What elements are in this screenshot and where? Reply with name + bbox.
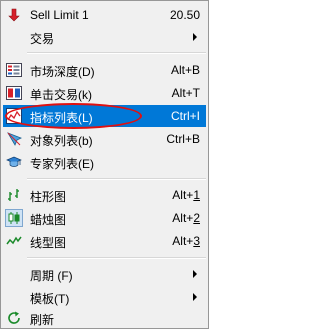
menu-item-period[interactable]: 周期 (F) [3,263,206,285]
submenu-arrow-icon [193,270,197,278]
menu-item-value: 20.50 [169,8,200,22]
line-chart-icon [6,233,22,249]
menu-item-indicators-list[interactable]: 指标列表(L) Ctrl+I [3,105,206,127]
menu-item-label: 柱形图 [30,190,67,204]
menu-item-label: 周期 (F) [30,269,73,283]
menu-item-objects-list[interactable]: 对象列表(b) Ctrl+B [3,128,206,150]
menu-separator [27,257,206,259]
menu-item-one-click-trading[interactable]: 单击交易(k) Alt+T [3,82,206,104]
menu-item-trade[interactable]: 交易 [3,26,206,48]
menu-item-label: 对象列表(b) [30,134,93,148]
menu-separator [27,52,206,54]
menu-item-label: 蜡烛图 [30,213,67,227]
menu-item-label: 单击交易(k) [30,88,92,102]
menu-item-shortcut: Alt+1 [172,188,200,202]
submenu-arrow-icon [193,33,197,41]
menu-item-shortcut: Ctrl+I [170,109,200,123]
menu-item-label: Sell Limit 1 [30,8,89,22]
menu-item-market-depth[interactable]: 市场深度(D) Alt+B [3,59,206,81]
expert-advisors-icon [6,154,22,170]
menu-item-line-chart[interactable]: 线型图 Alt+3 [3,230,206,252]
indicators-list-icon [6,108,22,124]
submenu-arrow-icon [193,293,197,301]
objects-list-icon [6,131,22,147]
menu-item-shortcut: Ctrl+B [166,132,200,146]
menu-item-label: 模板(T) [30,292,70,306]
menu-item-label: 线型图 [30,236,67,250]
menu-item-shortcut: Alt+3 [172,234,200,248]
red-down-arrow-icon [6,7,22,23]
menu-item-label: 交易 [30,32,55,46]
menu-item-bar-chart[interactable]: 柱形图 Alt+1 [3,184,206,206]
menu-item-label: 刷新 [30,313,55,327]
menu-item-experts-list[interactable]: 专家列表(E) [3,151,206,173]
menu-item-label: 指标列表(L) [30,111,93,125]
menu-item-template[interactable]: 模板(T) [3,286,206,308]
menu-item-candlestick-chart[interactable]: 蜡烛图 Alt+2 [3,207,206,229]
one-click-trading-icon [6,85,22,101]
menu-item-shortcut: Alt+2 [172,211,200,225]
menu-item-label: 专家列表(E) [30,157,94,171]
refresh-icon [6,310,22,326]
menu-separator [27,178,206,180]
menu-item-shortcut: Alt+T [171,86,200,100]
menu-item-sell-limit[interactable]: Sell Limit 1 20.50 [3,4,206,26]
bar-chart-icon [6,187,22,203]
menu-item-label: 市场深度(D) [30,65,95,79]
market-depth-icon [6,62,22,78]
menu-item-shortcut: Alt+B [170,63,200,77]
menu-item-refresh[interactable]: 刷新 [3,307,206,329]
candlestick-chart-icon [5,209,23,227]
chart-context-menu: Sell Limit 1 20.50 交易 市场深度(D) Alt+B 单击交易… [0,0,209,329]
